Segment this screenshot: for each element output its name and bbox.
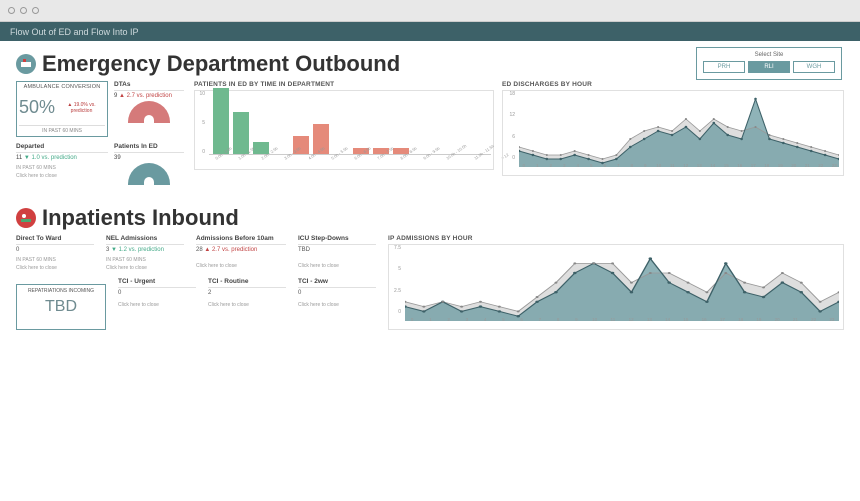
site-selector-label: Select Site <box>703 52 835 58</box>
traffic-max[interactable] <box>32 7 39 14</box>
ab10-title: Admissions Before 10am <box>196 235 286 245</box>
card-patients-in-ed[interactable]: Patients In ED 39 <box>114 143 184 185</box>
icu-title: ICU Step-Downs <box>298 235 376 245</box>
departed-title: Departed <box>16 143 108 153</box>
card-tci-urgent[interactable]: TCI - Urgent 0 Click here to close <box>118 278 196 331</box>
dtas-delta: ▲ 2.7 vs. prediction <box>119 93 172 99</box>
nel-title: NEL Admissions <box>106 235 184 245</box>
repat-title: REPATRIATIONS INCOMING <box>20 288 102 294</box>
dtw-past: IN PAST 60 MINS <box>16 257 94 263</box>
nel-past: IN PAST 60 MINS <box>106 257 184 263</box>
tcir-value: 2 <box>208 290 286 296</box>
card-dtas[interactable]: DTAs 9 ▲ 2.7 vs. prediction <box>114 81 184 137</box>
chart-ed-discharges: 181260 012345678910111213141516171819202… <box>502 90 844 176</box>
bar <box>233 112 249 154</box>
section-title-ip: Inpatients Inbound <box>42 205 239 231</box>
amb-title: AMBULANCE CONVERSION <box>19 84 105 90</box>
site-selector: Select Site PRH RLI WGH <box>696 47 842 80</box>
amb-delta: ▲ 19.0% vs. prediction <box>58 102 105 114</box>
card-ambulance-conversion[interactable]: AMBULANCE CONVERSION 50% ▲ 19.0% vs. pre… <box>16 81 108 137</box>
nel-close[interactable]: Click here to close <box>106 265 184 271</box>
tciu-value: 0 <box>118 290 196 296</box>
ab10-value: 28 <box>196 247 203 253</box>
repat-value: TBD <box>20 298 102 316</box>
app-title-bar: Flow Out of ED and Flow Into IP <box>0 22 860 41</box>
card-nel-admissions[interactable]: NEL Admissions 3 ▼ 1.2 vs. prediction IN… <box>106 235 184 272</box>
card-admissions-before-10am[interactable]: Admissions Before 10am 28 ▲ 2.7 vs. pred… <box>196 235 286 272</box>
amb-footer: IN PAST 60 MINS <box>19 125 105 134</box>
card-direct-to-ward[interactable]: Direct To Ward 0 IN PAST 60 MINS Click h… <box>16 235 94 272</box>
pie-value: 39 <box>114 155 184 161</box>
tci2-title: TCI - 2ww <box>298 278 376 288</box>
tciu-close[interactable]: Click here to close <box>118 302 196 308</box>
pie-title: Patients In ED <box>114 143 184 153</box>
ambulance-icon <box>16 54 36 74</box>
card-repatriations[interactable]: REPATRIATIONS INCOMING TBD <box>16 284 106 330</box>
ab10-delta: ▲ 2.7 vs. prediction <box>204 247 257 253</box>
tciu-title: TCI - Urgent <box>118 278 196 288</box>
dtas-value: 9 <box>114 93 117 99</box>
chart-title-ip-admissions: IP ADMISSIONS BY HOUR <box>388 235 844 242</box>
site-btn-prh[interactable]: PRH <box>703 61 745 73</box>
dtw-close[interactable]: Click here to close <box>16 265 94 271</box>
tcir-title: TCI - Routine <box>208 278 286 288</box>
tcir-close[interactable]: Click here to close <box>208 302 286 308</box>
dtas-title: DTAs <box>114 81 184 91</box>
dtw-value: 0 <box>16 247 94 253</box>
nel-delta: ▼ 1.2 vs. prediction <box>111 247 164 253</box>
icu-close[interactable]: Click here to close <box>298 263 376 269</box>
chart-patients-by-time: 1050 0.0h - 0.5h1.0h - 1.5h2.0h - 2.5h3.… <box>194 90 494 170</box>
chart-title-patients-by-time: PATIENTS IN ED BY TIME IN DEPARTMENT <box>194 81 494 88</box>
dtw-title: Direct To Ward <box>16 235 94 245</box>
tci2-value: 0 <box>298 290 376 296</box>
departed-value: 11 <box>16 155 22 161</box>
card-departed[interactable]: Departed 11 ▼ 1.0 vs. prediction IN PAST… <box>16 143 108 185</box>
card-icu-stepdowns[interactable]: ICU Step-Downs TBD Click here to close <box>298 235 376 272</box>
departed-delta: ▼ 1.0 vs. prediction <box>24 155 77 161</box>
icu-value: TBD <box>298 247 376 253</box>
gauge-icon <box>128 163 170 185</box>
card-tci-2ww[interactable]: TCI - 2ww 0 Click here to close <box>298 278 376 331</box>
bed-icon <box>16 208 36 228</box>
gauge-icon <box>128 101 170 123</box>
chart-ip-admissions: 7.552.50 0123456789101112131415161718192… <box>388 244 844 330</box>
departed-close[interactable]: Click here to close <box>16 173 108 179</box>
app-title: Flow Out of ED and Flow Into IP <box>10 27 139 37</box>
section-title-ed: Emergency Department Outbound <box>42 51 400 77</box>
traffic-close[interactable] <box>8 7 15 14</box>
site-btn-rli[interactable]: RLI <box>748 61 790 73</box>
traffic-min[interactable] <box>20 7 27 14</box>
card-tci-routine[interactable]: TCI - Routine 2 Click here to close <box>208 278 286 331</box>
amb-value: 50% <box>19 97 55 118</box>
chart-title-ed-discharges: ED DISCHARGES BY HOUR <box>502 81 844 88</box>
departed-past: IN PAST 60 MINS <box>16 165 108 171</box>
bar <box>213 88 229 154</box>
ab10-close[interactable]: Click here to close <box>196 263 286 269</box>
nel-value: 3 <box>106 247 109 253</box>
tci2-close[interactable]: Click here to close <box>298 302 376 308</box>
site-btn-wgh[interactable]: WGH <box>793 61 835 73</box>
browser-traffic-lights <box>0 0 860 22</box>
